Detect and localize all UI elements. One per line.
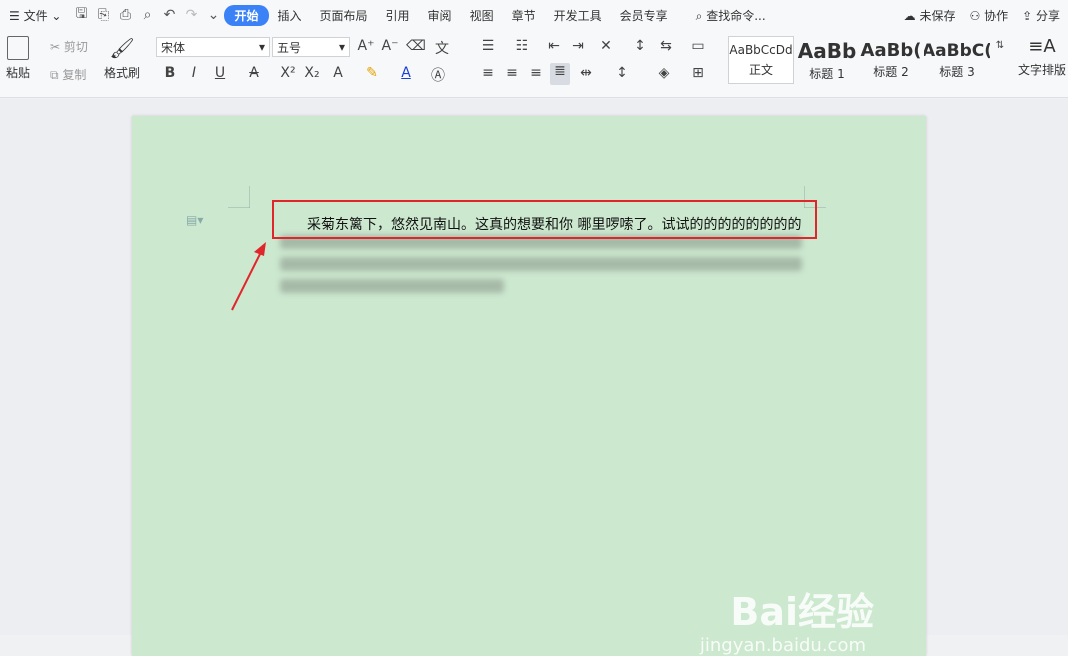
justify-icon[interactable]: ≣ bbox=[550, 63, 570, 85]
ribbon: 粘贴 ✂ 剪切 ⧉ 复制 🖌 格式刷 宋体 ▾ 五号 ▾ A⁺ A⁻ ⌫ 文 B I… bbox=[0, 30, 1068, 98]
brush-icon: 🖌 bbox=[109, 36, 135, 60]
shading-icon[interactable]: ◈ bbox=[654, 65, 674, 81]
tab-review[interactable]: 审阅 bbox=[419, 7, 461, 24]
tab-section[interactable]: 章节 bbox=[503, 7, 545, 24]
clipboard-icon bbox=[7, 36, 29, 60]
user-add-icon: ⚇ bbox=[969, 8, 981, 23]
font-size-select[interactable]: 五号 ▾ bbox=[272, 37, 350, 57]
file-menu[interactable]: ☰ 文件 ⌄ bbox=[0, 7, 70, 24]
red-arrow-icon bbox=[231, 242, 266, 311]
highlight-icon[interactable]: ✎ bbox=[362, 65, 382, 81]
chevron-down-icon: ▾ bbox=[338, 40, 345, 54]
phonetic-icon[interactable]: 文 bbox=[432, 38, 452, 58]
scissors-icon: ✂ bbox=[50, 40, 61, 54]
menu-bar: ☰ 文件 ⌄ 🖫 ⎘ ⎙ ⌕ ↶ ↷ ⌄ 开始 插入 页面布局 引用 审阅 视图… bbox=[0, 0, 1068, 30]
subscript-icon[interactable]: X₂ bbox=[302, 65, 322, 81]
print-preview-icon[interactable]: ⌕ bbox=[136, 4, 158, 26]
style-heading-1[interactable]: AaBb 标题 1 bbox=[796, 36, 858, 84]
strikethrough-icon[interactable]: A bbox=[244, 65, 264, 81]
document-canvas[interactable]: ▤▾ 采菊东篱下，悠然见南山。这真的想要和你 哪里啰嗦了。试试的的的的的的的的 … bbox=[0, 99, 1068, 656]
text-layout-icon: ≡A bbox=[1028, 36, 1056, 57]
underline-icon[interactable]: U bbox=[210, 65, 230, 81]
watermark-brand: Bai经验 bbox=[730, 590, 874, 634]
more-icon[interactable]: ⌄ bbox=[202, 4, 224, 26]
decrease-indent-icon[interactable]: ⇤ bbox=[544, 38, 564, 54]
chinese-layout-icon[interactable]: ✕ bbox=[596, 38, 616, 54]
style-normal[interactable]: AaBbCcDd 正文 bbox=[728, 36, 794, 84]
document-page[interactable]: ▤▾ 采菊东篱下，悠然见南山。这真的想要和你 哪里啰嗦了。试试的的的的的的的的 … bbox=[132, 116, 926, 656]
search-icon: ⌕ bbox=[695, 8, 703, 23]
text-layout-button[interactable]: ≡A 文字排版 bbox=[1018, 36, 1066, 78]
clear-format-icon[interactable]: ⌫ bbox=[406, 38, 426, 54]
collab-button[interactable]: ⚇ 协作 bbox=[969, 7, 1008, 24]
paste-button[interactable]: 粘贴 bbox=[6, 36, 30, 81]
ruler-icon[interactable]: ▭ bbox=[688, 38, 708, 54]
cut-button[interactable]: ✂ 剪切 bbox=[50, 38, 88, 55]
shrink-font-icon[interactable]: A⁻ bbox=[380, 38, 400, 54]
tab-page-layout[interactable]: 页面布局 bbox=[311, 7, 377, 24]
watermark-url: jingyan.baidu.com bbox=[699, 635, 866, 656]
font-name-select[interactable]: 宋体 ▾ bbox=[156, 37, 270, 57]
chevron-down-icon: ▾ bbox=[258, 40, 265, 54]
blurred-text-line bbox=[280, 257, 802, 271]
unsaved-status[interactable]: ☁ 未保存 bbox=[904, 7, 956, 24]
grow-font-icon[interactable]: A⁺ bbox=[356, 38, 376, 54]
distributed-icon[interactable]: ⇹ bbox=[576, 65, 596, 81]
numbering-icon[interactable]: ☷ bbox=[512, 38, 532, 54]
hamburger-icon: ☰ bbox=[9, 8, 20, 23]
blurred-text-line bbox=[280, 279, 504, 293]
sort-icon[interactable]: ↕ bbox=[630, 38, 650, 54]
increase-indent-icon[interactable]: ⇥ bbox=[568, 38, 588, 54]
cloud-icon: ☁ bbox=[903, 8, 916, 23]
align-right-icon[interactable]: ≡ bbox=[526, 65, 546, 81]
copy-button[interactable]: ⧉ 复制 bbox=[50, 66, 86, 83]
superscript-icon[interactable]: X² bbox=[278, 65, 298, 81]
tab-view[interactable]: 视图 bbox=[461, 7, 503, 24]
bold-icon[interactable]: B bbox=[160, 65, 180, 81]
tab-references[interactable]: 引用 bbox=[377, 7, 419, 24]
align-center-icon[interactable]: ≡ bbox=[502, 65, 522, 81]
tab-developer[interactable]: 开发工具 bbox=[545, 7, 611, 24]
align-left-icon[interactable]: ≡ bbox=[478, 65, 498, 81]
style-heading-3[interactable]: AaBbC( 标题 3 bbox=[924, 36, 990, 84]
print-icon[interactable]: ⎙ bbox=[114, 4, 136, 26]
show-marks-icon[interactable]: ⇆ bbox=[656, 38, 676, 54]
save-icon[interactable]: 🖫 bbox=[70, 4, 92, 26]
tab-member[interactable]: 会员专享 bbox=[611, 7, 677, 24]
tab-insert[interactable]: 插入 bbox=[269, 7, 311, 24]
styles-scroll-icon[interactable]: ⇅ bbox=[990, 40, 1010, 51]
margin-corner-top-left bbox=[228, 186, 250, 208]
share-icon: ⇪ bbox=[1022, 8, 1033, 23]
command-search[interactable]: ⌕ 查找命令... bbox=[687, 7, 775, 24]
export-icon[interactable]: ⎘ bbox=[92, 4, 114, 26]
bullets-icon[interactable]: ☰ bbox=[478, 38, 498, 54]
char-border-icon[interactable]: Ⓐ bbox=[428, 65, 448, 85]
format-painter-button[interactable]: 🖌 格式刷 bbox=[104, 36, 140, 81]
italic-icon[interactable]: I bbox=[184, 65, 204, 81]
borders-icon[interactable]: ⊞ bbox=[688, 65, 708, 81]
tab-home[interactable]: 开始 bbox=[224, 4, 269, 26]
redo-icon[interactable]: ↷ bbox=[180, 4, 202, 26]
share-button[interactable]: ⇪ 分享 bbox=[1022, 7, 1060, 24]
copy-icon: ⧉ bbox=[50, 68, 59, 82]
highlight-box bbox=[272, 200, 817, 239]
undo-icon[interactable]: ↶ bbox=[158, 4, 180, 26]
font-color-icon[interactable]: A bbox=[396, 65, 416, 81]
style-heading-2[interactable]: AaBb( 标题 2 bbox=[860, 36, 922, 84]
text-effect-icon[interactable]: A bbox=[328, 65, 348, 81]
line-spacing-icon[interactable]: ↕ bbox=[612, 65, 632, 81]
paragraph-options-icon[interactable]: ▤▾ bbox=[186, 213, 203, 227]
